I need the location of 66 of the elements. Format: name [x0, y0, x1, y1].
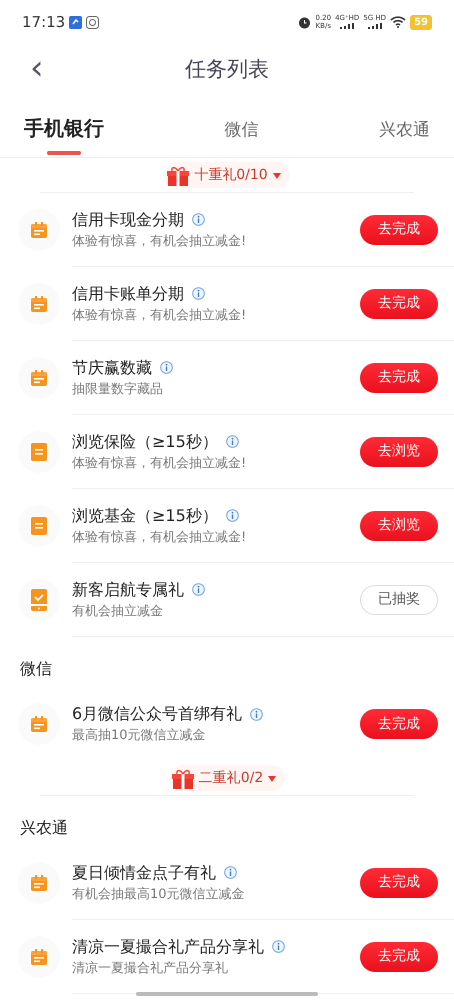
task-subtitle: 抽限量数字藏品: [72, 380, 164, 399]
calendar-icon: [30, 874, 48, 892]
info-icon[interactable]: [226, 435, 239, 448]
alarm-icon: [298, 16, 312, 28]
calendar-icon: [30, 294, 48, 312]
wifi-icon: [390, 16, 406, 28]
signal-icon: [340, 23, 354, 30]
info-icon[interactable]: [192, 213, 205, 226]
caret-icon: [272, 170, 282, 180]
info-icon[interactable]: [250, 708, 264, 721]
task-title: 新客启航专属礼: [72, 578, 184, 601]
task-subtitle: 清凉一夏撮合礼产品分享礼: [72, 960, 229, 978]
calendar-icon: [30, 368, 48, 386]
action-button[interactable]: 去完成: [360, 709, 438, 739]
caret-icon: [267, 773, 278, 783]
info-icon[interactable]: [192, 583, 205, 596]
task-title: 清凉一夏撮合礼产品分享礼: [72, 936, 264, 958]
gift-tag[interactable]: 二重礼0/2: [168, 765, 286, 791]
task-title: 信用卡现金分期: [72, 208, 184, 231]
status-button[interactable]: 已抽奖: [360, 584, 438, 614]
task-title: 浏览基金（≥15秒）: [72, 504, 218, 527]
action-button[interactable]: 去完成: [360, 942, 438, 972]
info-icon[interactable]: [192, 287, 205, 300]
action-button[interactable]: 去完成: [360, 362, 438, 392]
action-button[interactable]: 去浏览: [360, 510, 438, 540]
task-title: 浏览保险（≥15秒）: [72, 430, 218, 453]
calendar-icon: [30, 715, 48, 733]
section-heading: 微信: [19, 658, 53, 680]
document-icon: [31, 442, 47, 460]
tab[interactable]: 微信: [224, 108, 258, 157]
gift-tag[interactable]: 十重礼0/10: [164, 162, 290, 188]
status-time: 17:13: [22, 12, 66, 33]
page-title: 任务列表: [185, 56, 269, 84]
action-button[interactable]: 去完成: [360, 214, 438, 244]
gift-icon: [166, 164, 190, 186]
info-icon[interactable]: [226, 509, 239, 522]
signal-icon: [368, 23, 382, 30]
info-icon[interactable]: [160, 361, 173, 374]
tab[interactable]: 兴农通: [379, 108, 430, 157]
task-subtitle: 有机会抽最高10元微信立减金: [72, 886, 246, 904]
app-notification-icon: [86, 16, 100, 28]
battery-level: 59: [410, 14, 432, 30]
calendar-icon: [30, 220, 48, 238]
task-subtitle: 体验有惊喜，有机会抽立减金!: [72, 306, 248, 325]
gift-icon: [170, 767, 195, 789]
action-button[interactable]: 去浏览: [360, 436, 438, 466]
tab[interactable]: 手机银行: [24, 103, 104, 157]
info-icon[interactable]: [224, 866, 237, 880]
task-subtitle: 体验有惊喜，有机会抽立减金!: [72, 454, 248, 473]
info-icon[interactable]: [272, 940, 285, 954]
task-subtitle: 有机会抽立减金: [72, 602, 164, 621]
task-title: 6月微信公众号首绑有礼: [72, 703, 242, 726]
task-title: 信用卡账单分期: [72, 282, 184, 305]
action-button[interactable]: 去完成: [360, 288, 438, 318]
app-notification-icon: [69, 16, 82, 28]
task-subtitle: 体验有惊喜，有机会抽立减金!: [72, 232, 248, 251]
section-heading: 兴农通: [19, 817, 69, 839]
action-button[interactable]: 去完成: [360, 868, 438, 898]
document-icon: [31, 516, 47, 534]
task-title: 节庆赢数藏: [72, 356, 152, 379]
phone-check-icon: [31, 588, 47, 610]
calendar-icon: [30, 948, 48, 966]
task-subtitle: 体验有惊喜，有机会抽立减金!: [72, 528, 248, 547]
back-button[interactable]: ‹: [24, 48, 50, 88]
task-subtitle: 最高抽10元微信立减金: [72, 727, 207, 746]
task-title: 夏日倾情金点子有礼: [72, 862, 216, 884]
